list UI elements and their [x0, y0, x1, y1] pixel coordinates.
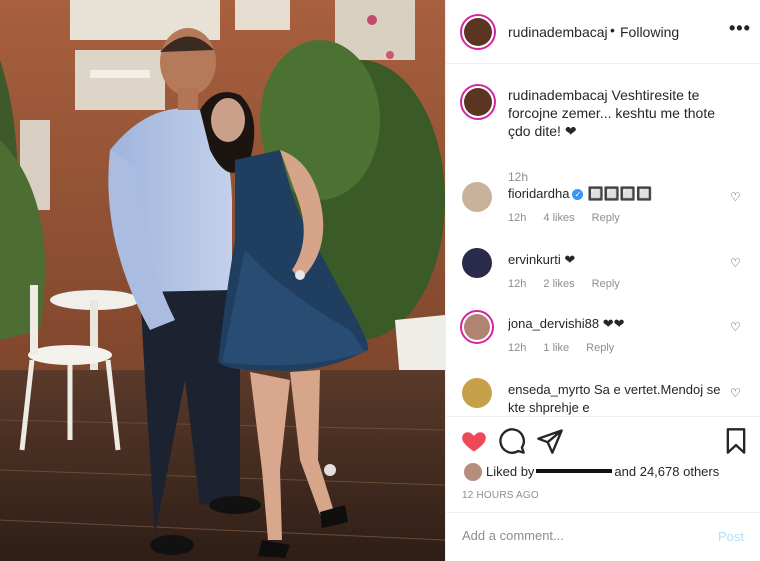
- post-button[interactable]: Post: [718, 529, 744, 544]
- comment-avatar[interactable]: [462, 182, 492, 212]
- caption-avatar[interactable]: [460, 84, 496, 120]
- verified-badge-icon: ✓: [572, 189, 584, 200]
- comment-username[interactable]: jona_dervishi88: [508, 316, 599, 331]
- comment-avatar[interactable]: [460, 310, 494, 344]
- comment-item: jona_dervishi88 ❤❤ 12h 1 like Reply ♡: [460, 310, 760, 368]
- share-icon[interactable]: [536, 427, 564, 455]
- comment-avatar[interactable]: [462, 248, 492, 278]
- author-username[interactable]: rudinadembacaj: [508, 24, 608, 40]
- comment-icon[interactable]: [498, 427, 526, 455]
- post-actions: Liked by and 24,678 others 12 HOURS AGO: [446, 416, 760, 526]
- liked-by-line[interactable]: Liked by and 24,678 others: [464, 463, 719, 481]
- comment-username[interactable]: fioridardha: [508, 186, 569, 201]
- reply-button[interactable]: Reply: [592, 278, 620, 290]
- comment-item: enseda_myrto Sa e vertet.Mendoj se kte s…: [460, 378, 760, 416]
- post-timestamp[interactable]: 12 HOURS AGO: [462, 490, 539, 501]
- comment-line: fioridardha ✓ 🔲🔲🔲🔲: [508, 185, 723, 203]
- bookmark-icon[interactable]: [722, 427, 750, 455]
- post-photo[interactable]: [0, 0, 445, 561]
- comment-item: ervinkurti ❤ 12h 2 likes Reply ♡: [460, 248, 760, 304]
- post-header: rudinadembacaj • Following •••: [446, 0, 760, 64]
- comment-likes[interactable]: 4 likes: [543, 212, 574, 224]
- comment-username[interactable]: enseda_myrto: [508, 382, 590, 397]
- comment-line: jona_dervishi88 ❤❤: [508, 315, 723, 333]
- caption-username[interactable]: rudinadembacaj: [508, 87, 608, 103]
- reply-button[interactable]: Reply: [586, 342, 614, 354]
- post-side-panel: rudinadembacaj • Following ••• rudinadem…: [445, 0, 760, 561]
- comment-likes[interactable]: 2 likes: [543, 278, 574, 290]
- comments-list[interactable]: rudinadembacaj Veshtiresite te forcojne …: [446, 64, 760, 416]
- comment-time: 12h: [508, 212, 527, 224]
- comment-line: ervinkurti ❤: [508, 251, 723, 269]
- liker-avatar[interactable]: [464, 463, 482, 481]
- comment-likes[interactable]: 1 like: [543, 342, 569, 354]
- author-avatar[interactable]: [460, 14, 496, 50]
- caption-text: rudinadembacaj Veshtiresite te forcojne …: [508, 86, 738, 140]
- heart-outline-icon[interactable]: ♡: [730, 256, 741, 270]
- heart-outline-icon[interactable]: ♡: [730, 190, 741, 204]
- comment-meta: 12h 2 likes Reply: [508, 278, 634, 290]
- comment-time: 12h: [508, 342, 527, 354]
- instagram-post-modal: rudinadembacaj • Following ••• rudinadem…: [0, 0, 760, 561]
- heart-outline-icon[interactable]: ♡: [730, 386, 741, 400]
- reply-button[interactable]: Reply: [592, 212, 620, 224]
- comment-input[interactable]: [462, 528, 702, 543]
- comment-text: ❤: [564, 252, 576, 267]
- heart-outline-icon[interactable]: ♡: [730, 320, 741, 334]
- comment-time: 12h: [508, 278, 527, 290]
- following-button[interactable]: Following: [620, 24, 679, 40]
- comment-item: fioridardha ✓ 🔲🔲🔲🔲 12h 4 likes Reply ♡: [460, 182, 760, 238]
- heart-filled-icon[interactable]: [460, 427, 488, 455]
- comment-meta: 12h 1 like Reply: [508, 342, 628, 354]
- comment-meta: 12h 4 likes Reply: [508, 212, 634, 224]
- more-icon[interactable]: •••: [729, 18, 751, 39]
- separator-dot: •: [610, 22, 615, 38]
- add-comment-bar: Post: [446, 512, 760, 561]
- redacted-username: [536, 469, 613, 473]
- liked-by-suffix[interactable]: and 24,678 others: [614, 464, 719, 479]
- comment-text: 🔲🔲🔲🔲: [587, 186, 653, 201]
- comment-username[interactable]: ervinkurti: [508, 252, 561, 267]
- comment-text: ❤❤: [602, 316, 625, 331]
- comment-line: enseda_myrto Sa e vertet.Mendoj se kte s…: [508, 381, 723, 416]
- comment-avatar[interactable]: [462, 378, 492, 408]
- liked-by-prefix: Liked by: [486, 464, 535, 479]
